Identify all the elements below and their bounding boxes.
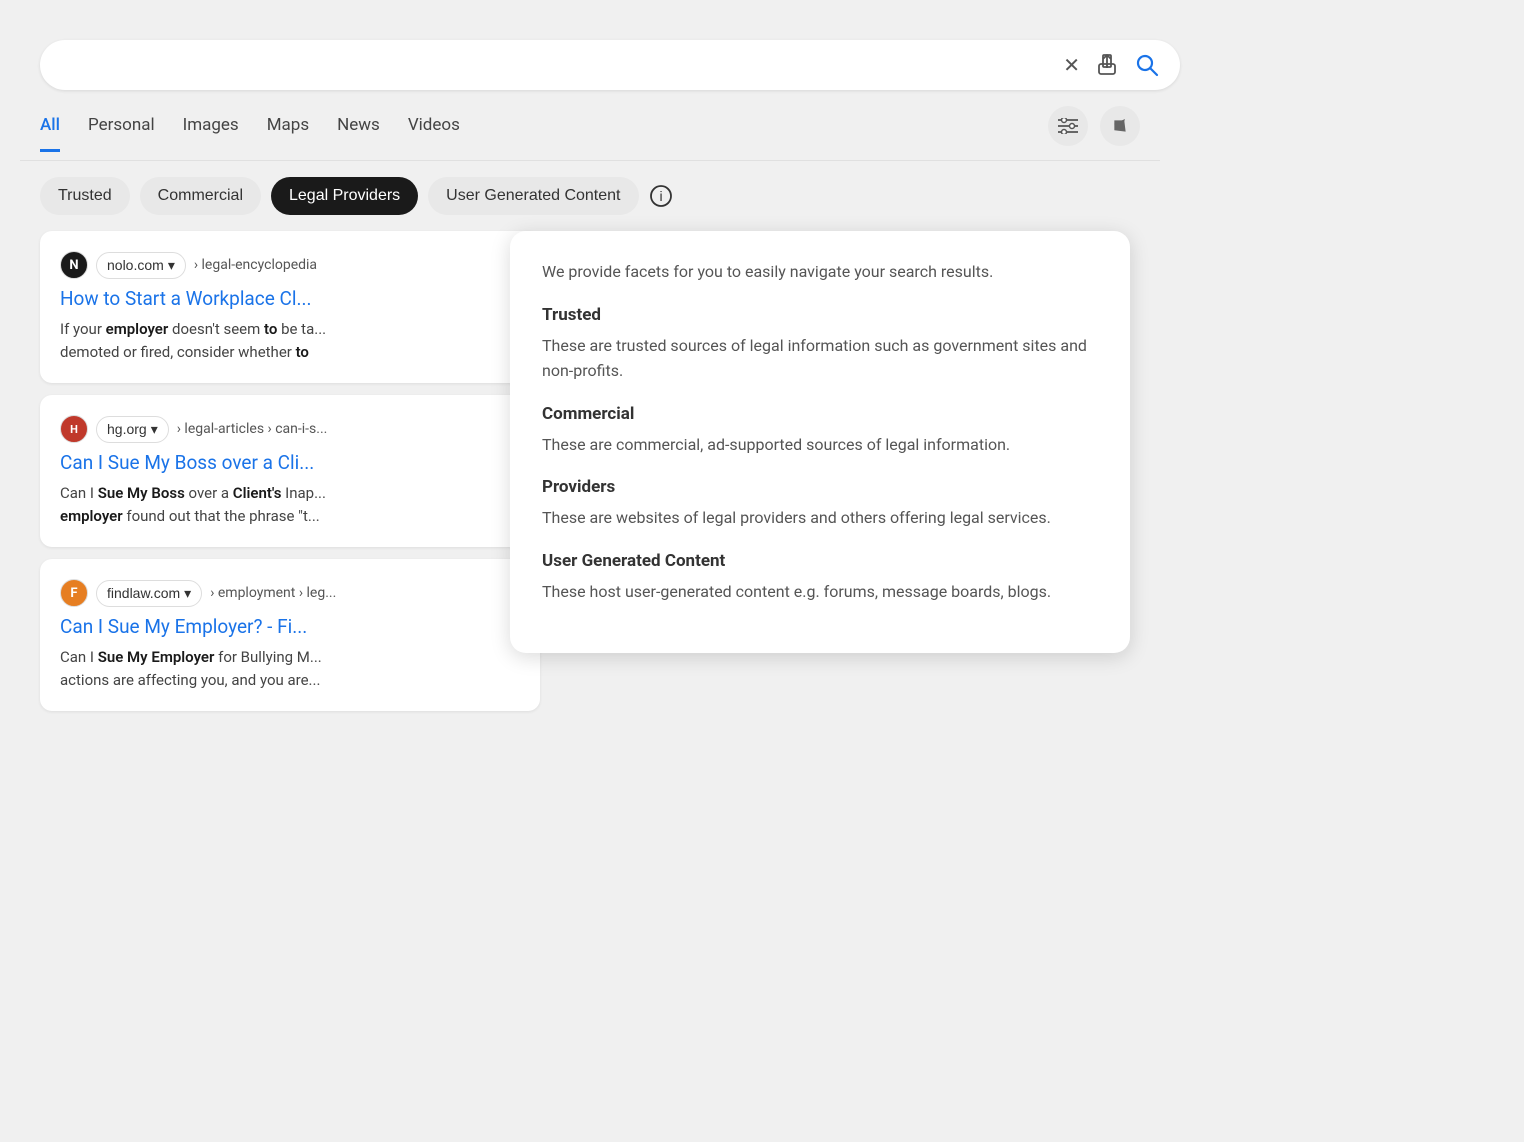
result-snippet-nolo: If your employer doesn't seem to be ta..… [60, 318, 520, 363]
search-input[interactable]: how to sue my boss [60, 54, 1053, 77]
tab-videos[interactable]: Videos [408, 115, 460, 152]
tooltip-intro: We provide facets for you to easily navi… [542, 259, 1098, 285]
search-bar: how to sue my boss ✕ [40, 40, 1180, 90]
tab-actions [1048, 106, 1140, 160]
facet-legal-providers[interactable]: Legal Providers [271, 177, 418, 215]
result-source: N nolo.com ▾ › legal-encyclopedia [60, 251, 520, 279]
chevron-down-icon: ▾ [184, 585, 191, 602]
result-card: H hg.org ▾ › legal-articles › can-i-s...… [40, 395, 540, 547]
result-title-findlaw[interactable]: Can I Sue My Employer? - Fi... [60, 615, 520, 638]
tab-personal[interactable]: Personal [88, 115, 155, 152]
site-name-label: hg.org [107, 421, 147, 437]
tabs-container: All Personal Images Maps News Videos [20, 90, 1160, 161]
result-card: F findlaw.com ▾ › employment › leg... Ca… [40, 559, 540, 711]
site-name-label: nolo.com [107, 257, 164, 273]
tooltip-section-commercial: Commercial These are commercial, ad-supp… [542, 404, 1098, 458]
site-logo-nolo: N [60, 251, 88, 279]
site-name-findlaw[interactable]: findlaw.com ▾ [96, 580, 202, 607]
chevron-down-icon: ▾ [168, 257, 175, 274]
filter-button[interactable] [1048, 106, 1088, 146]
site-logo-hgorg: H [60, 415, 88, 443]
search-icon-group: ✕ [1063, 52, 1160, 78]
svg-text:i: i [659, 188, 662, 204]
tooltip-ugc-title: User Generated Content [542, 551, 1098, 571]
results-panel: N nolo.com ▾ › legal-encyclopedia How to… [40, 231, 540, 723]
search-bar-container: how to sue my boss ✕ [20, 20, 1504, 90]
info-button[interactable]: i [649, 184, 673, 208]
facets-container: Trusted Commercial Legal Providers User … [20, 161, 1160, 231]
tooltip-section-trusted: Trusted These are trusted sources of leg… [542, 305, 1098, 384]
facet-commercial[interactable]: Commercial [140, 177, 261, 215]
tooltip-commercial-title: Commercial [542, 404, 1098, 424]
tooltip-commercial-desc: These are commercial, ad-supported sourc… [542, 432, 1098, 458]
facet-ugc[interactable]: User Generated Content [428, 177, 638, 215]
tooltip-section-ugc: User Generated Content These host user-g… [542, 551, 1098, 605]
result-snippet-findlaw: Can I Sue My Employer for Bullying M...a… [60, 646, 520, 691]
tooltip-ugc-desc: These host user-generated content e.g. f… [542, 579, 1098, 605]
facet-trusted[interactable]: Trusted [40, 177, 130, 215]
tooltip-panel: We provide facets for you to easily navi… [510, 231, 1130, 653]
result-source: H hg.org ▾ › legal-articles › can-i-s... [60, 415, 520, 443]
clear-button[interactable]: ✕ [1063, 53, 1080, 78]
tooltip-section-providers: Providers These are websites of legal pr… [542, 477, 1098, 531]
result-title-nolo[interactable]: How to Start a Workplace Cl... [60, 287, 520, 310]
tab-images[interactable]: Images [183, 115, 239, 152]
location-button[interactable] [1100, 106, 1140, 146]
site-name-hgorg[interactable]: hg.org ▾ [96, 416, 169, 443]
breadcrumb-hgorg: › legal-articles › can-i-s... [177, 421, 328, 437]
breadcrumb-findlaw: › employment › leg... [210, 585, 336, 601]
result-snippet-hgorg: Can I Sue My Boss over a Client's Inap..… [60, 482, 520, 527]
tab-news[interactable]: News [337, 115, 380, 152]
tab-all[interactable]: All [40, 115, 60, 152]
tooltip-trusted-desc: These are trusted sources of legal infor… [542, 333, 1098, 384]
chevron-down-icon: ▾ [151, 421, 158, 438]
tooltip-providers-title: Providers [542, 477, 1098, 497]
breadcrumb-nolo: › legal-encyclopedia [194, 257, 317, 273]
site-name-label: findlaw.com [107, 585, 180, 601]
result-card: N nolo.com ▾ › legal-encyclopedia How to… [40, 231, 540, 383]
tooltip-providers-desc: These are websites of legal providers an… [542, 505, 1098, 531]
result-title-hgorg[interactable]: Can I Sue My Boss over a Cli... [60, 451, 520, 474]
share-button[interactable] [1096, 54, 1118, 76]
main-content: N nolo.com ▾ › legal-encyclopedia How to… [20, 231, 1160, 723]
tab-maps[interactable]: Maps [267, 115, 309, 152]
search-button[interactable] [1134, 52, 1160, 78]
site-name-nolo[interactable]: nolo.com ▾ [96, 252, 186, 279]
site-logo-findlaw: F [60, 579, 88, 607]
result-source: F findlaw.com ▾ › employment › leg... [60, 579, 520, 607]
tooltip-trusted-title: Trusted [542, 305, 1098, 325]
